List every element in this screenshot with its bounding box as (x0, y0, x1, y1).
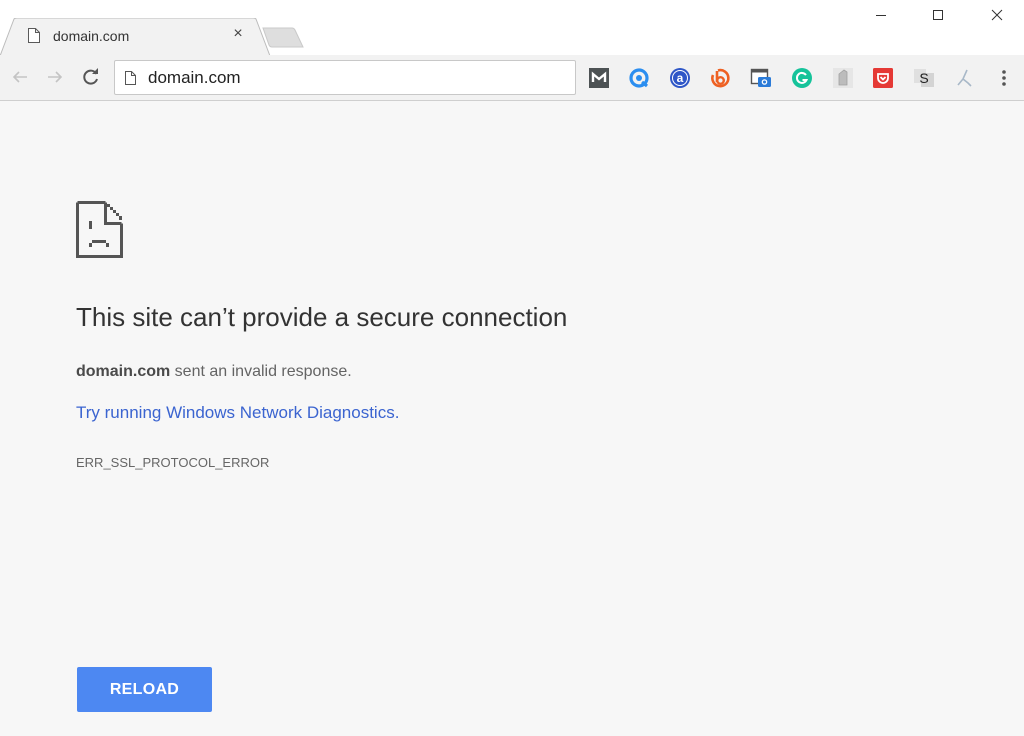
more-vert-icon (1002, 70, 1006, 86)
amazon-assistant-icon: a (670, 68, 690, 88)
back-button[interactable] (8, 65, 32, 89)
minimize-button[interactable] (858, 0, 904, 30)
extension-mailtrack[interactable] (588, 67, 610, 89)
screenshot-camera-icon (750, 68, 771, 87)
close-window-button[interactable] (974, 0, 1020, 30)
network-diagnostics-link[interactable]: Try running Windows Network Diagnostics. (76, 403, 399, 423)
extension-screenshot[interactable] (750, 67, 772, 89)
chrome-menu-button[interactable] (993, 67, 1015, 89)
extension-bitly[interactable] (709, 67, 731, 89)
extension-sumo[interactable]: S (913, 67, 935, 89)
title-bar: domain.com × (0, 0, 1024, 56)
arrow-right-icon (48, 71, 63, 83)
bitly-icon (711, 68, 730, 88)
error-heading: This site can’t provide a secure connect… (76, 302, 568, 332)
sad-page-icon (76, 201, 123, 258)
error-description-text: sent an invalid response. (170, 363, 352, 380)
forward-button[interactable] (43, 65, 67, 89)
tab-title: domain.com (53, 28, 130, 44)
reload-icon (83, 68, 98, 85)
tab-close-button[interactable]: × (230, 26, 246, 42)
arrow-left-icon (12, 71, 27, 83)
toolbar: a (0, 55, 1024, 101)
reload-button[interactable] (79, 65, 103, 89)
pocket-icon (873, 68, 893, 88)
page-icon (28, 28, 40, 43)
page-icon (125, 71, 136, 85)
maximize-button[interactable] (915, 0, 961, 30)
q-circle-icon (629, 68, 649, 88)
svg-text:S: S (919, 70, 928, 86)
address-input[interactable] (148, 66, 568, 90)
error-page: This site can’t provide a secure connect… (0, 101, 1024, 736)
error-code: ERR_SSL_PROTOCOL_ERROR (76, 455, 270, 470)
mailtrack-icon (589, 68, 609, 88)
grammarly-icon (792, 68, 812, 88)
new-tab-button[interactable] (262, 27, 304, 48)
sumo-s-icon: S (914, 69, 934, 87)
tab-domain[interactable]: domain.com × (0, 18, 271, 56)
clipper-icon (833, 68, 853, 88)
extension-pocket[interactable] (872, 67, 894, 89)
extension-qeep[interactable] (628, 67, 650, 89)
error-description: domain.com sent an invalid response. (76, 363, 352, 381)
extension-branch[interactable] (954, 67, 976, 89)
extension-amazon-assistant[interactable]: a (669, 67, 691, 89)
svg-text:a: a (677, 71, 684, 85)
error-domain: domain.com (76, 363, 171, 380)
minimize-icon (876, 15, 886, 16)
reload-button-page[interactable]: RELOAD (77, 667, 212, 712)
close-icon (991, 9, 1003, 21)
branch-icon (957, 69, 972, 87)
address-bar[interactable] (114, 60, 576, 95)
maximize-icon (933, 10, 943, 20)
extension-clipper[interactable] (832, 67, 854, 89)
extension-grammarly[interactable] (791, 67, 813, 89)
